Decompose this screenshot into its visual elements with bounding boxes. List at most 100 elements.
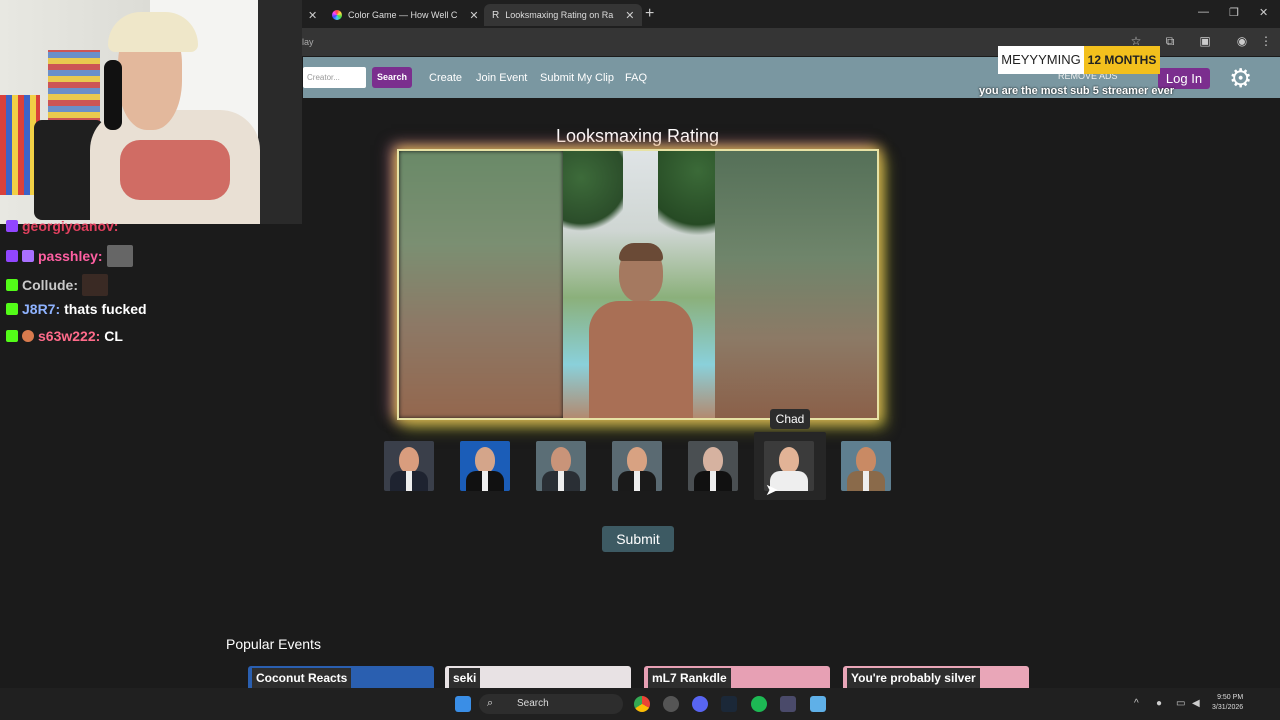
rating-face-option[interactable] [460,441,510,491]
event-card[interactable]: You're probably silver [843,666,1029,690]
face-shirt [863,471,869,491]
discord-icon[interactable] [692,696,708,712]
event-card[interactable]: seki [445,666,631,690]
rating-face-option[interactable] [612,441,662,491]
tab-color-game[interactable]: Color Game — How Well C ✕ [324,4,484,26]
chat-username: J8R7: [22,301,61,317]
tab-close-prev[interactable]: ✕ [300,4,325,26]
mouse-cursor-icon: ➤ [765,482,779,499]
tab-title: Color Game — How Well C [348,10,458,20]
submit-button[interactable]: Submit [602,526,674,552]
face-head [703,447,723,473]
face-tooltip: Chad [770,409,810,429]
profile-icon[interactable]: ◉ [1235,34,1249,48]
taskbar-search[interactable]: Search [479,694,623,714]
volume-icon[interactable]: ◀ [1192,698,1200,709]
restore-icon[interactable]: ❐ [1229,6,1239,19]
search-button[interactable]: Search [372,67,412,88]
obs-icon[interactable] [663,696,679,712]
rating-face-option[interactable] [688,441,738,491]
chat-line: Collude: [6,274,108,296]
event-card[interactable]: Coconut Reacts [248,666,434,690]
creator-search-input[interactable]: Creator... [303,67,366,88]
face-head [627,447,647,473]
sub-badge-icon [6,250,18,262]
face-head [475,447,495,473]
gear-icon[interactable]: ⚙ [1229,64,1252,92]
chrome-icon[interactable] [634,696,650,712]
nav-faq[interactable]: FAQ [625,72,647,84]
sub-alert-message: you are the most sub 5 streamer ever [979,85,1175,97]
steam-icon[interactable] [721,696,737,712]
nav-create[interactable]: Create [429,72,462,84]
streamer-webcam [0,0,302,224]
event-card-label: mL7 Rankdle [648,668,731,688]
avatar-badge-icon [22,330,34,342]
window-close-icon[interactable]: ✕ [1259,6,1268,19]
sub-alert-months: 12 MONTHS [1084,46,1160,74]
chat-message: thats fucked [64,301,147,317]
sub-alert-username: MEYYYMING [998,46,1084,74]
popular-events-heading: Popular Events [226,636,321,652]
kick-badge-icon [6,303,18,315]
face-head [779,447,799,473]
chat-line: georgiyoanov: [6,218,118,234]
emote-icon [106,245,133,267]
rating-face-option[interactable] [841,441,891,491]
face-shirt [634,471,640,491]
chat-username: georgiyoanov: [22,218,119,234]
face-head [551,447,571,473]
event-card-label: seki [449,668,481,688]
extensions-icon[interactable]: ⧉ [1163,34,1177,48]
kick-badge-icon [6,279,18,291]
notepad-icon[interactable] [810,696,826,712]
sub-badge-icon [6,220,18,232]
face-shirt [710,471,716,491]
kick-badge-icon [6,330,18,342]
tray-chevron-icon[interactable]: ^ [1134,698,1139,709]
event-card-label: Coconut Reacts [252,668,352,688]
chat-line: passhley: [6,245,133,267]
nav-submit-clip[interactable]: Submit My Clip [540,72,614,84]
microphone-icon[interactable]: ● [1156,698,1162,709]
spotify-icon[interactable] [751,696,767,712]
address-bar[interactable]: lay [302,37,314,47]
network-icon[interactable]: ▭ [1176,698,1185,709]
rating-face-option[interactable] [536,441,586,491]
new-tab-button[interactable]: + [645,5,654,23]
chat-line: s63w222: CL [6,328,123,344]
event-card[interactable]: mL7 Rankdle [644,666,830,690]
cast-icon[interactable]: ▣ [1198,34,1212,48]
chat-username: Collude: [22,277,78,293]
menu-icon[interactable]: ⋮ [1259,34,1273,48]
clock-time: 9:50 PM [1217,694,1244,701]
face-shirt [558,471,564,491]
windows-start-icon[interactable] [455,696,471,712]
color-game-favicon-icon [332,10,342,20]
taskbar-clock[interactable]: 9:50 PM 3/31/2026 [1212,693,1243,713]
close-icon[interactable]: ✕ [625,9,634,22]
clip-video-player[interactable] [397,149,879,420]
clip-video-frame [563,151,715,418]
chat-username: s63w222: [38,328,101,344]
close-icon[interactable]: ✕ [469,9,478,22]
minimize-icon[interactable]: — [1198,6,1209,18]
search-icon: ⌕ [487,697,494,709]
chat-message: CL [104,328,123,344]
clock-date: 3/31/2026 [1212,704,1244,711]
tab-looksmaxing[interactable]: R Looksmaxing Rating on Ra ✕ [484,4,642,26]
face-shirt [786,471,792,491]
blurred-background-left [399,151,563,418]
face-head [399,447,419,473]
face-head [856,447,876,473]
chat-username: passhley: [38,248,103,264]
app-icon[interactable] [780,696,796,712]
rating-face-option[interactable] [384,441,434,491]
tab-title: Looksmaxing Rating on Ra [505,10,614,20]
event-card-label: You're probably silver [847,668,980,688]
face-shirt [406,471,412,491]
emote-icon [82,274,108,296]
blurred-background-right [715,151,877,418]
face-shirt [482,471,488,491]
nav-join-event[interactable]: Join Event [476,72,527,84]
